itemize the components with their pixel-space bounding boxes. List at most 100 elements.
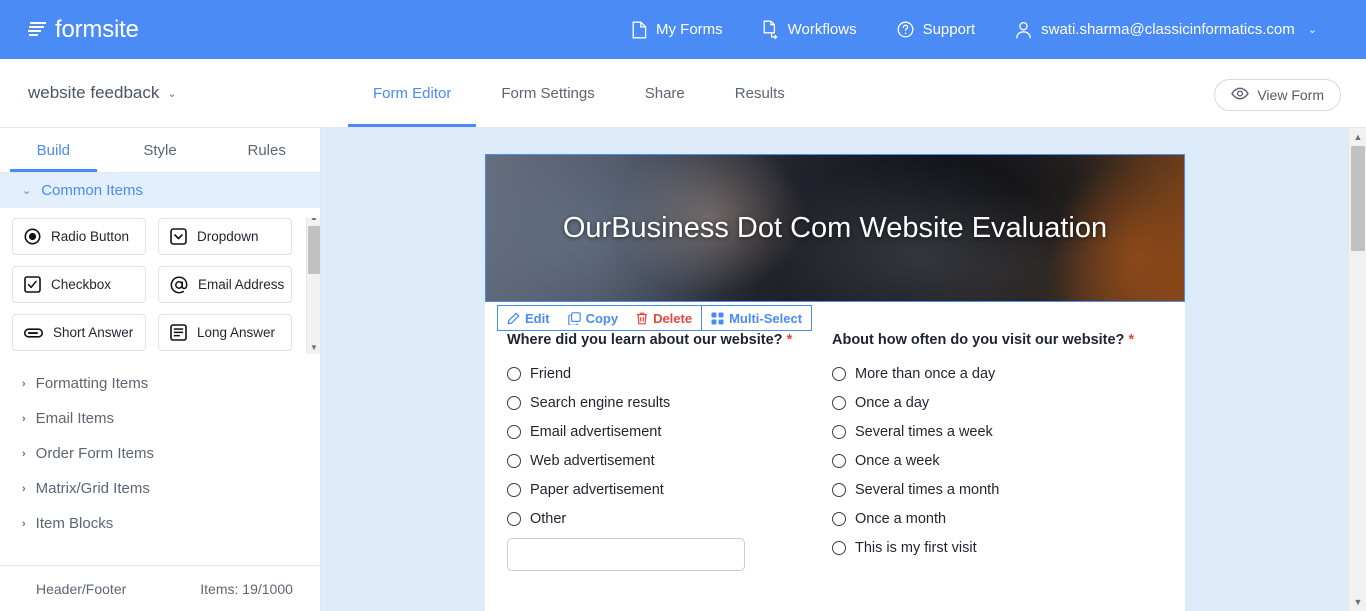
option-row[interactable]: Several times a week <box>832 417 1157 446</box>
left-sidebar: Build Style Rules ⌄ Common Items Radio B… <box>0 128 321 611</box>
section-formatting-items[interactable]: › Formatting Items <box>0 366 320 401</box>
radio-icon[interactable] <box>832 453 846 468</box>
item-checkbox[interactable]: Checkbox <box>12 266 146 303</box>
radio-icon[interactable] <box>832 424 846 439</box>
tab-form-settings[interactable]: Form Settings <box>476 59 619 127</box>
common-items-pane: Radio Button Dropdown Checkbox Email Add… <box>0 218 320 354</box>
sidebar-tab-style[interactable]: Style <box>107 128 214 172</box>
required-marker: * <box>786 332 793 348</box>
section-order-form-items-label: Order Form Items <box>35 445 155 462</box>
account-menu[interactable]: swati.sharma@classicinformatics.com ⌄ <box>995 0 1337 59</box>
option-row[interactable]: Once a week <box>832 446 1157 475</box>
nav-support[interactable]: Support <box>877 0 996 59</box>
nav-my-forms[interactable]: My Forms <box>612 0 743 59</box>
tab-share[interactable]: Share <box>620 59 710 127</box>
top-navigation-bar: formsite My Forms Workflows Support swat… <box>0 0 1366 59</box>
form-sheet: OurBusiness Dot Com Website Evaluation E… <box>485 154 1185 611</box>
sidebar-tab-build-label: Build <box>36 141 71 159</box>
chevron-right-icon: › <box>22 517 26 530</box>
collapsed-sections: › Formatting Items › Email Items › Order… <box>0 366 320 541</box>
tab-form-editor[interactable]: Form Editor <box>348 59 477 127</box>
radio-icon[interactable] <box>832 366 846 381</box>
radio-icon[interactable] <box>832 395 846 410</box>
tab-results[interactable]: Results <box>710 59 810 127</box>
tab-form-settings-label: Form Settings <box>501 84 595 102</box>
sidebar-tab-build[interactable]: Build <box>0 128 107 172</box>
scroll-up-icon[interactable]: ▲ <box>307 218 320 224</box>
section-common-items[interactable]: ⌄ Common Items <box>0 173 320 208</box>
option-row[interactable]: This is my first visit <box>832 533 1157 562</box>
section-email-items-label: Email Items <box>35 410 115 427</box>
scroll-down-icon[interactable]: ▼ <box>307 340 320 354</box>
radio-icon[interactable] <box>832 540 846 555</box>
radio-icon[interactable] <box>507 395 521 410</box>
section-email-items[interactable]: › Email Items <box>0 401 320 436</box>
copy-button[interactable]: Copy <box>559 306 628 330</box>
radio-icon[interactable] <box>507 424 521 439</box>
section-item-blocks[interactable]: › Item Blocks <box>0 506 320 541</box>
question-1-title: Where did you learn about our website? * <box>507 332 832 348</box>
items-count: Items: 19/1000 <box>200 580 293 597</box>
chevron-down-icon: ⌄ <box>1307 24 1317 36</box>
eye-icon <box>1231 87 1250 103</box>
brand-logo-area[interactable]: formsite <box>28 17 139 42</box>
chevron-right-icon: › <box>22 447 26 460</box>
radio-icon[interactable] <box>832 482 846 497</box>
header-footer-link[interactable]: Header/Footer <box>36 581 126 597</box>
nav-workflows[interactable]: Workflows <box>743 0 877 59</box>
other-text-input[interactable] <box>507 538 745 571</box>
delete-button[interactable]: Delete <box>627 306 701 330</box>
option-row[interactable]: Search engine results <box>507 388 832 417</box>
option-row[interactable]: Once a day <box>832 388 1157 417</box>
option-row[interactable]: Email advertisement <box>507 417 832 446</box>
option-row[interactable]: Friend <box>507 359 832 388</box>
option-row[interactable]: Paper advertisement <box>507 475 832 504</box>
items-scrollbar-thumb[interactable] <box>308 226 320 274</box>
hamburger-lines-icon <box>28 21 47 38</box>
copy-icon <box>567 311 581 325</box>
item-radio-button[interactable]: Radio Button <box>12 218 146 255</box>
radio-icon[interactable] <box>507 453 521 468</box>
edit-label: Edit <box>525 310 550 326</box>
radio-icon[interactable] <box>507 511 521 526</box>
item-radio-button-label: Radio Button <box>51 229 130 244</box>
section-order-form-items[interactable]: › Order Form Items <box>0 436 320 471</box>
scroll-up-icon[interactable]: ▲ <box>1349 128 1366 146</box>
sidebar-footer: Header/Footer Items: 19/1000 <box>0 565 320 611</box>
at-sign-icon <box>170 276 188 294</box>
view-form-button[interactable]: View Form <box>1214 79 1341 111</box>
question-2-title: About how often do you visit our website… <box>832 332 1157 348</box>
radio-button-icon <box>24 228 41 245</box>
chevron-down-icon: ⌄ <box>167 87 177 100</box>
radio-icon[interactable] <box>507 482 521 497</box>
option-label: Other <box>530 510 567 527</box>
item-dropdown[interactable]: Dropdown <box>158 218 292 255</box>
option-row[interactable]: Web advertisement <box>507 446 832 475</box>
radio-icon[interactable] <box>832 511 846 526</box>
option-row[interactable]: Once a month <box>832 504 1157 533</box>
scroll-down-icon[interactable]: ▼ <box>1349 593 1366 611</box>
canvas-scrollbar-thumb[interactable] <box>1351 146 1365 251</box>
sidebar-tab-style-label: Style <box>143 141 177 159</box>
item-short-answer[interactable]: Short Answer <box>12 314 146 351</box>
form-banner[interactable]: OurBusiness Dot Com Website Evaluation <box>485 154 1185 302</box>
section-matrix-grid-items[interactable]: › Matrix/Grid Items <box>0 471 320 506</box>
sidebar-tab-rules[interactable]: Rules <box>213 128 320 172</box>
form-toolbar: website feedback ⌄ Form Editor Form Sett… <box>0 59 1366 128</box>
option-row[interactable]: Several times a month <box>832 475 1157 504</box>
section-item-blocks-label: Item Blocks <box>35 515 114 532</box>
section-formatting-items-label: Formatting Items <box>35 375 149 392</box>
option-row[interactable]: More than once a day <box>832 359 1157 388</box>
multi-select-button[interactable]: Multi-Select <box>701 306 811 330</box>
form-name-dropdown[interactable]: website feedback ⌄ <box>28 59 177 127</box>
radio-icon[interactable] <box>507 366 521 381</box>
account-email: swati.sharma@classicinformatics.com <box>1041 21 1295 38</box>
item-email-address[interactable]: Email Address <box>158 266 292 303</box>
canvas-scrollbar[interactable]: ▲ ▼ <box>1348 128 1366 611</box>
items-pane-scrollbar[interactable]: ▲ ▼ <box>306 218 320 354</box>
edit-button[interactable]: Edit <box>498 306 559 330</box>
option-row[interactable]: Other <box>507 504 832 533</box>
option-label: Search engine results <box>530 394 671 411</box>
item-edit-toolbar: Edit Copy Delete Multi-Select <box>497 305 813 331</box>
item-long-answer[interactable]: Long Answer <box>158 314 292 351</box>
